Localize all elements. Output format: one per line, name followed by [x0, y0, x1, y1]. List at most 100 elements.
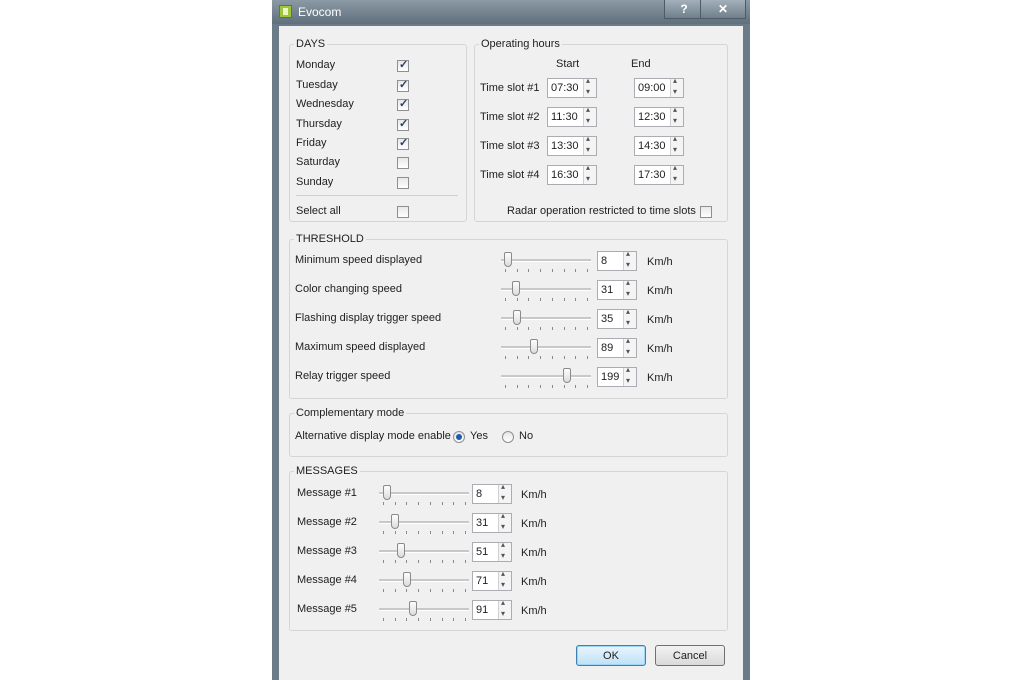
- slider-tick: [418, 560, 420, 563]
- slider-tick: [429, 560, 431, 563]
- slider-tick: [528, 356, 530, 359]
- message-slider[interactable]: [379, 485, 469, 508]
- spinner-arrows-icon[interactable]: [623, 365, 636, 386]
- message-spinner[interactable]: 31: [472, 511, 512, 533]
- day-checkbox-tuesday[interactable]: [397, 78, 409, 92]
- spinner-arrows-icon[interactable]: [670, 163, 683, 184]
- days-divider: [296, 195, 458, 196]
- threshold-spinner[interactable]: 8: [597, 249, 637, 271]
- message-spinner[interactable]: 51: [472, 540, 512, 562]
- spinner-arrows-icon[interactable]: [670, 105, 683, 126]
- spinner-arrows-icon[interactable]: [623, 307, 636, 328]
- alternative-display-no-radio[interactable]: [502, 431, 514, 443]
- time-slot-start-spinner[interactable]: 16:30: [547, 163, 597, 185]
- threshold-spinner[interactable]: 89: [597, 336, 637, 358]
- message-slider[interactable]: [379, 514, 469, 537]
- threshold-slider[interactable]: [501, 281, 591, 304]
- day-label-saturday: Saturday: [296, 156, 341, 168]
- slider-thumb[interactable]: [391, 514, 400, 529]
- threshold-spinner[interactable]: 35: [597, 307, 637, 329]
- slider-tick: [394, 618, 396, 621]
- spinner-arrows-icon[interactable]: [498, 511, 511, 532]
- slider-tick: [563, 385, 565, 388]
- spinner-arrows-icon[interactable]: [670, 134, 683, 155]
- slider-thumb[interactable]: [408, 601, 417, 616]
- help-button[interactable]: ?: [664, 0, 704, 19]
- day-checkbox-thursday[interactable]: [397, 117, 409, 131]
- threshold-spinner[interactable]: 199: [597, 365, 637, 387]
- spinner-arrows-icon[interactable]: [498, 598, 511, 619]
- slider-tick: [563, 327, 565, 330]
- time-slot-start-spinner[interactable]: 11:30: [547, 105, 597, 127]
- spinner-arrows-icon[interactable]: [583, 76, 596, 97]
- spinner-arrows-icon[interactable]: [583, 134, 596, 155]
- time-slot-end-spinner[interactable]: 12:30: [634, 105, 684, 127]
- threshold-value: 35: [601, 313, 614, 325]
- spinner-arrows-icon[interactable]: [623, 249, 636, 270]
- spinner-arrows-icon[interactable]: [583, 105, 596, 126]
- spinner-arrows-icon[interactable]: [498, 482, 511, 503]
- time-slot-end-value: 14:30: [638, 140, 666, 152]
- time-slot-start-value: 13:30: [551, 140, 579, 152]
- message-spinner[interactable]: 91: [472, 598, 512, 620]
- message-unit: Km/h: [521, 576, 547, 588]
- slider-tick: [540, 356, 542, 359]
- alternative-display-yes-radio[interactable]: [453, 431, 465, 443]
- spinner-arrows-icon[interactable]: [583, 163, 596, 184]
- slider-tick: [441, 560, 443, 563]
- day-checkbox-saturday[interactable]: [397, 157, 409, 169]
- spinner-arrows-icon[interactable]: [623, 336, 636, 357]
- slider-tick: [441, 618, 443, 621]
- message-slider[interactable]: [379, 572, 469, 595]
- slider-thumb[interactable]: [397, 543, 406, 558]
- slider-tick: [586, 327, 588, 330]
- message-slider[interactable]: [379, 543, 469, 566]
- message-spinner[interactable]: 8: [472, 482, 512, 504]
- slider-thumb[interactable]: [504, 252, 513, 267]
- time-slot-end-spinner[interactable]: 09:00: [634, 76, 684, 98]
- message-spinner[interactable]: 71: [472, 569, 512, 591]
- close-button[interactable]: ✕: [700, 0, 746, 19]
- cancel-button[interactable]: Cancel: [655, 645, 725, 666]
- ok-button[interactable]: OK: [576, 645, 646, 666]
- threshold-slider[interactable]: [501, 368, 591, 391]
- message-label: Message #3: [297, 545, 357, 557]
- threshold-label: Relay trigger speed: [295, 370, 391, 382]
- message-value: 91: [476, 604, 489, 616]
- message-slider[interactable]: [379, 601, 469, 624]
- threshold-label: Maximum speed displayed: [295, 341, 426, 353]
- time-slot-start-spinner[interactable]: 07:30: [547, 76, 597, 98]
- restricted-time-slots-checkbox[interactable]: [700, 206, 712, 218]
- time-slot-start-spinner[interactable]: 13:30: [547, 134, 597, 156]
- message-value: 51: [476, 546, 489, 558]
- time-slot-end-spinner[interactable]: 17:30: [634, 163, 684, 185]
- slider-thumb[interactable]: [383, 485, 392, 500]
- spinner-arrows-icon[interactable]: [498, 569, 511, 590]
- spinner-arrows-icon[interactable]: [623, 278, 636, 299]
- time-slot-end-spinner[interactable]: 14:30: [634, 134, 684, 156]
- threshold-slider[interactable]: [501, 310, 591, 333]
- slider-tick: [586, 269, 588, 272]
- day-checkbox-friday[interactable]: [397, 136, 409, 150]
- slider-thumb[interactable]: [529, 339, 538, 354]
- slider-tick: [505, 269, 506, 272]
- slider-tick: [453, 531, 455, 534]
- day-checkbox-sunday[interactable]: [397, 177, 409, 189]
- day-checkbox-wednesday[interactable]: [397, 97, 409, 111]
- title-bar[interactable]: Evocom ? ✕: [272, 0, 750, 24]
- start-column-header: Start: [556, 58, 580, 70]
- slider-thumb[interactable]: [513, 310, 522, 325]
- spinner-arrows-icon[interactable]: [670, 76, 683, 97]
- threshold-slider[interactable]: [501, 252, 591, 275]
- slider-tick: [453, 618, 455, 621]
- slider-tick: [528, 298, 530, 301]
- spinner-arrows-icon[interactable]: [498, 540, 511, 561]
- select-all-checkbox[interactable]: [397, 206, 409, 218]
- slider-thumb[interactable]: [562, 368, 571, 383]
- slider-thumb[interactable]: [402, 572, 411, 587]
- threshold-group-title: THRESHOLD: [294, 233, 366, 245]
- threshold-slider[interactable]: [501, 339, 591, 362]
- day-checkbox-monday[interactable]: [397, 58, 409, 72]
- threshold-spinner[interactable]: 31: [597, 278, 637, 300]
- slider-thumb[interactable]: [511, 281, 520, 296]
